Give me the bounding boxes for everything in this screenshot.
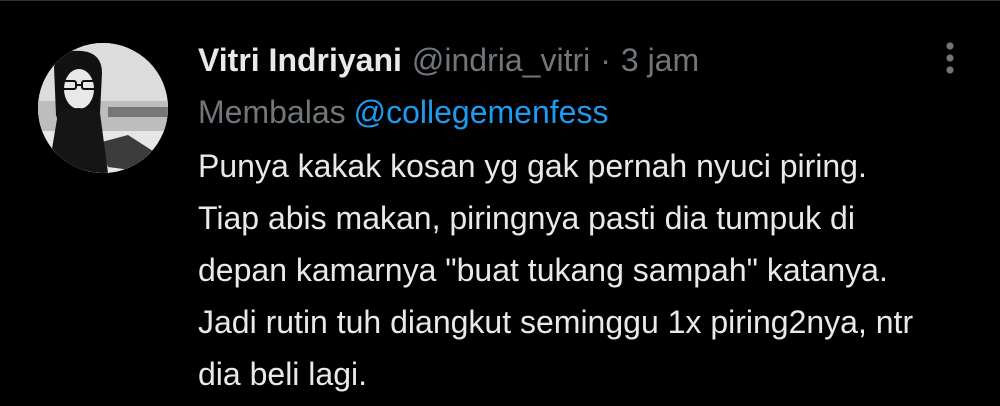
tweet-content: Vitri Indriyani @indria_vitri · 3 jam Me… — [198, 38, 938, 400]
separator-dot: · — [600, 42, 611, 78]
display-name[interactable]: Vitri Indriyani — [198, 38, 402, 82]
more-vertical-icon — [946, 42, 954, 74]
timestamp[interactable]: 3 jam — [621, 38, 699, 82]
avatar[interactable] — [38, 43, 168, 173]
more-options-button[interactable] — [930, 36, 970, 80]
reply-label: Membalas — [198, 94, 346, 130]
reply-context: Membalas @collegemenfess — [198, 90, 938, 134]
tweet-text: Punya kakak kosan yg gak pernah nyuci pi… — [198, 148, 914, 392]
reply-to-link[interactable]: @collegemenfess — [354, 94, 609, 130]
user-handle[interactable]: @indria_vitri — [412, 38, 590, 82]
tweet-header: Vitri Indriyani @indria_vitri · 3 jam — [198, 38, 938, 82]
top-divider — [0, 0, 1000, 1]
avatar-photo — [38, 43, 168, 173]
